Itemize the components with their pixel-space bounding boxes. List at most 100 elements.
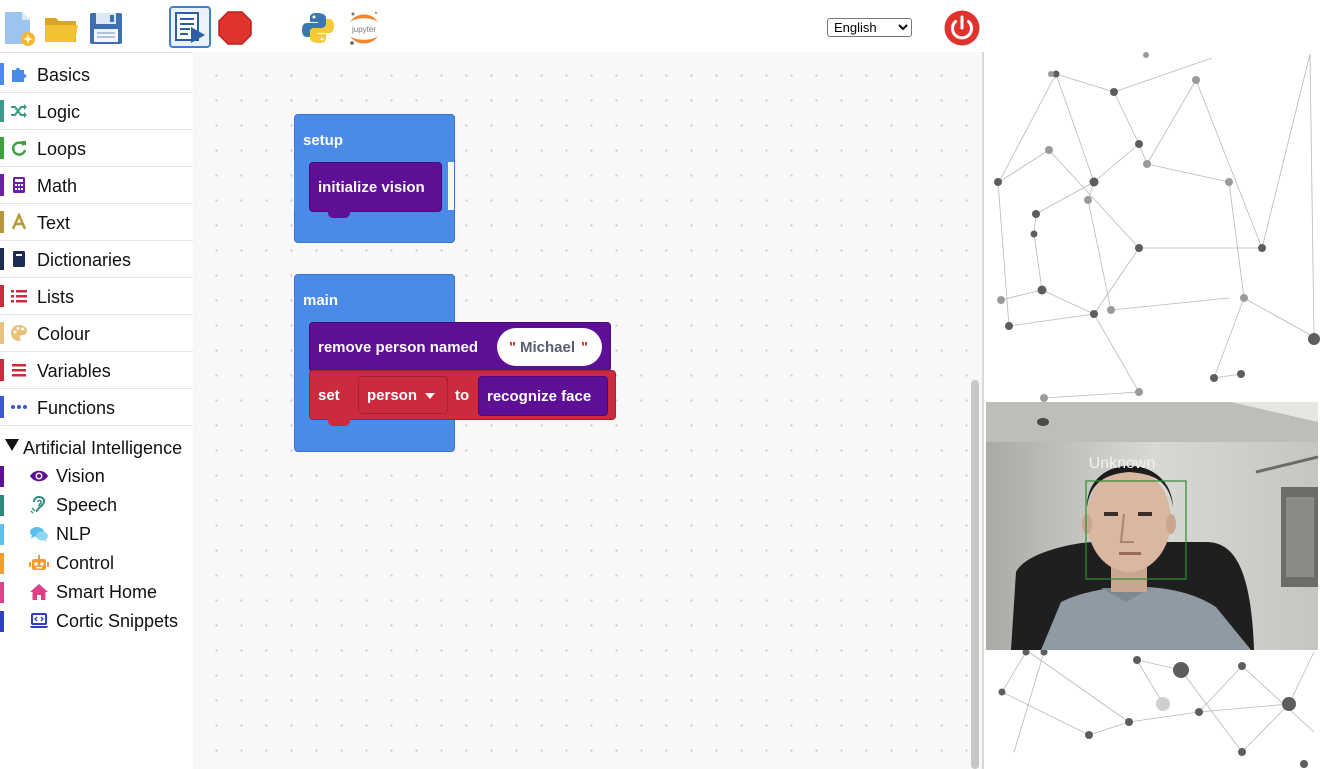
category-color-bar bbox=[0, 248, 4, 270]
category-dictionaries[interactable]: Dictionaries bbox=[0, 241, 193, 278]
new-file-icon[interactable] bbox=[0, 8, 40, 48]
recognize-face-label: recognize face bbox=[487, 388, 592, 405]
category-color-bar bbox=[0, 322, 4, 344]
home-icon bbox=[29, 583, 49, 601]
run-code-icon[interactable] bbox=[169, 6, 211, 48]
name-value[interactable]: Michael bbox=[520, 339, 575, 356]
category-text[interactable]: Text bbox=[0, 204, 193, 241]
book-icon bbox=[10, 250, 28, 268]
recognize-face-block[interactable]: recognize face bbox=[478, 376, 608, 416]
subcategory-label: Control bbox=[56, 553, 115, 573]
list-icon bbox=[10, 287, 28, 305]
subcategory-speech[interactable]: Speech bbox=[0, 491, 193, 520]
set-variable-block[interactable]: set person to recognize face bbox=[309, 370, 616, 420]
category-color-bar bbox=[0, 137, 4, 159]
category-label: Basics bbox=[37, 65, 91, 85]
category-label: Logic bbox=[37, 102, 81, 122]
language-select[interactable]: English bbox=[827, 18, 912, 37]
setup-block-spine bbox=[294, 161, 309, 211]
category-loops[interactable]: Loops bbox=[0, 130, 193, 167]
category-functions[interactable]: Functions bbox=[0, 389, 193, 426]
category-colour[interactable]: Colour bbox=[0, 315, 193, 352]
set-label: set bbox=[318, 387, 340, 404]
workspace-scrollbar[interactable] bbox=[971, 380, 979, 769]
stop-icon[interactable] bbox=[215, 8, 255, 48]
camera-image: Unknown bbox=[986, 402, 1318, 650]
chat-icon bbox=[29, 525, 49, 543]
variable-name: person bbox=[367, 387, 418, 404]
toolbar: jupyter English bbox=[0, 0, 1320, 53]
category-label: Text bbox=[37, 213, 71, 233]
jupyter-wordmark: jupyter bbox=[351, 25, 376, 34]
subcategory-label: NLP bbox=[56, 524, 92, 544]
name-string-field[interactable]: " Michael " bbox=[497, 328, 602, 366]
dots-icon bbox=[10, 398, 28, 416]
category-label: Artificial Intelligence bbox=[23, 438, 183, 458]
category-label: Dictionaries bbox=[37, 250, 132, 270]
subcategory-label: Speech bbox=[56, 495, 118, 515]
puzzle-icon bbox=[10, 65, 28, 83]
category-color-bar bbox=[0, 174, 4, 196]
subcategory-control[interactable]: Control bbox=[0, 549, 193, 578]
initialize-vision-block[interactable]: initialize vision bbox=[309, 162, 442, 212]
open-folder-icon[interactable] bbox=[42, 8, 82, 48]
blockly-workspace[interactable]: setup initialize vision main remove pers… bbox=[193, 52, 982, 769]
dropdown-caret-icon bbox=[425, 393, 435, 399]
subcategory-vision[interactable]: Vision bbox=[0, 462, 193, 491]
category-math[interactable]: Math bbox=[0, 167, 193, 204]
subcategory-smart-home[interactable]: Smart Home bbox=[0, 578, 193, 607]
subcategory-nlp[interactable]: NLP bbox=[0, 520, 193, 549]
category-color-bar bbox=[0, 495, 4, 516]
category-artificial-intelligence[interactable]: Artificial Intelligence bbox=[0, 432, 193, 462]
remove-person-block[interactable]: remove person named " Michael " bbox=[309, 322, 611, 372]
close-quote: " bbox=[581, 339, 589, 356]
category-label: Functions bbox=[37, 398, 116, 418]
to-label: to bbox=[455, 387, 470, 404]
category-logic[interactable]: Logic bbox=[0, 93, 193, 130]
category-color-bar bbox=[0, 553, 4, 574]
category-color-bar bbox=[0, 582, 4, 603]
save-icon[interactable] bbox=[86, 8, 126, 48]
open-quote: " bbox=[509, 339, 517, 356]
ear-icon bbox=[29, 496, 49, 514]
subcategory-label: Vision bbox=[56, 466, 105, 486]
category-color-bar bbox=[0, 466, 4, 487]
loop-icon bbox=[10, 139, 28, 157]
category-color-bar bbox=[0, 63, 4, 85]
category-label: Loops bbox=[37, 139, 87, 159]
block-connector-notch bbox=[328, 418, 350, 426]
variable-dropdown[interactable]: person bbox=[358, 376, 448, 414]
initialize-vision-label: initialize vision bbox=[318, 179, 425, 196]
category-color-bar bbox=[0, 211, 4, 233]
jupyter-icon[interactable]: jupyter bbox=[344, 8, 384, 48]
expand-triangle-icon[interactable] bbox=[5, 439, 19, 451]
category-label: Colour bbox=[37, 324, 91, 344]
category-variables[interactable]: Variables bbox=[0, 352, 193, 389]
face-label: Unknown bbox=[1089, 455, 1156, 472]
remove-person-label: remove person named bbox=[318, 339, 479, 356]
eye-icon bbox=[29, 467, 49, 485]
block-connector-notch bbox=[328, 210, 350, 218]
power-icon[interactable] bbox=[942, 8, 982, 48]
setup-block-mouth bbox=[448, 162, 454, 210]
palette-icon bbox=[10, 324, 28, 342]
laptop-code-icon bbox=[29, 612, 49, 630]
category-lists[interactable]: Lists bbox=[0, 278, 193, 315]
robot-icon bbox=[29, 554, 49, 572]
calculator-icon bbox=[10, 176, 28, 194]
setup-block-label: setup bbox=[303, 132, 344, 149]
bars-icon bbox=[10, 361, 28, 379]
category-color-bar bbox=[0, 359, 4, 381]
category-sidebar: Basics Logic Loops Math Text Dictionarie… bbox=[0, 56, 193, 769]
category-label: Math bbox=[37, 176, 78, 196]
category-label: Lists bbox=[37, 287, 75, 307]
python-icon[interactable] bbox=[298, 8, 338, 48]
category-color-bar bbox=[0, 285, 4, 307]
category-color-bar bbox=[0, 100, 4, 122]
category-color-bar bbox=[0, 396, 4, 418]
subcategory-cortic-snippets[interactable]: Cortic Snippets bbox=[0, 607, 193, 636]
subcategory-label: Smart Home bbox=[56, 582, 158, 602]
font-icon bbox=[10, 213, 28, 231]
category-basics[interactable]: Basics bbox=[0, 56, 193, 93]
main-block-label: main bbox=[303, 292, 339, 309]
